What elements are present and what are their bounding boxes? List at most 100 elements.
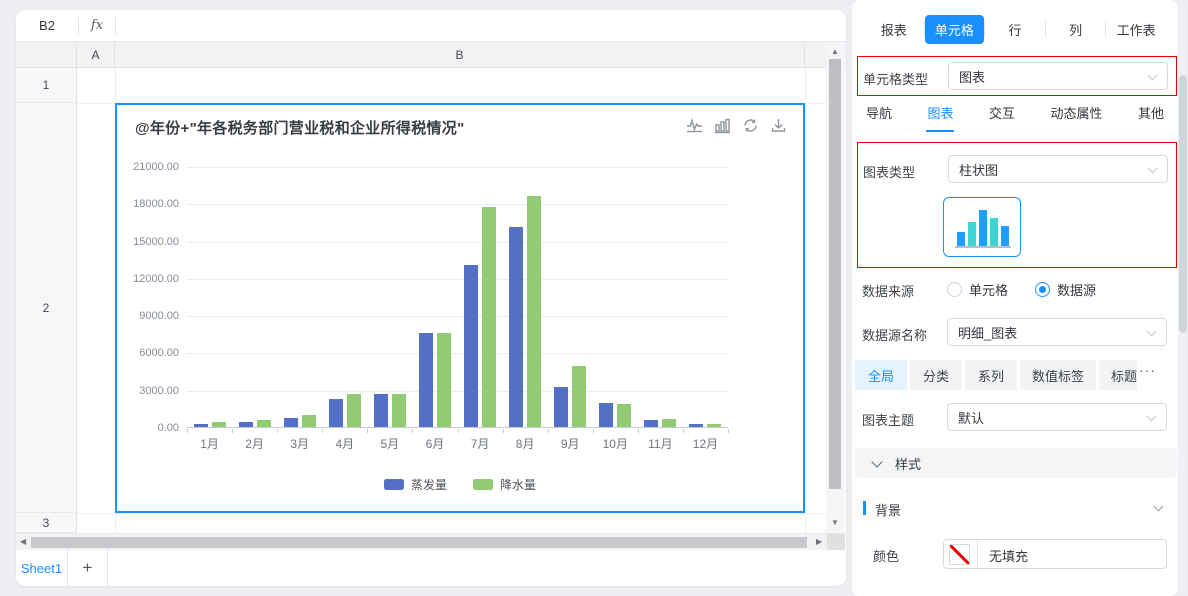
download-icon[interactable] [770,117,787,134]
bar-chart-type-thumbnail[interactable] [943,197,1021,257]
scroll-up-icon[interactable]: ▲ [831,48,839,56]
column-header-b[interactable]: B [115,42,805,67]
gridline [187,353,728,354]
tab-report[interactable]: 报表 [864,20,924,39]
y-axis-tick-label: 12000.00 [117,273,179,285]
bar-蒸发量-7月 [464,265,478,427]
x-axis-tick-label: 12月 [683,435,728,452]
radio-cell-label[interactable]: 单元格 [969,283,1008,298]
data-source-name-select[interactable]: 明细_图表 [947,318,1167,346]
cell-type-label: 单元格类型 [863,69,928,88]
x-axis-tick-label: 4月 [322,435,367,452]
bar-蒸发量-10月 [599,403,613,427]
row-header-3[interactable]: 3 [16,513,77,533]
sheet-tab-sheet1[interactable]: Sheet1 [16,550,68,586]
chart-title: @年份+"年各税务部门营业税和企业所得税情况" [135,117,465,138]
refresh-icon[interactable] [742,117,759,134]
legend-swatch [384,479,404,490]
axis-tick [728,429,729,433]
x-axis-tick-label: 6月 [412,435,457,452]
panel-scroll-thumb[interactable] [1179,75,1187,333]
tab-series[interactable]: 系列 [965,360,1017,390]
axis-tick [187,429,188,433]
bar-蒸发量-4月 [329,399,343,427]
vertical-scroll-thumb[interactable] [829,59,841,489]
cell-type-select[interactable]: 图表 [948,62,1168,90]
data-source-name-label: 数据源名称 [862,325,927,344]
radio-unselected-icon[interactable] [947,282,962,297]
selected-cell-b2-chart[interactable]: @年份+"年各税务部门营业税和企业所得税情况" 0.003000.006000.… [115,103,805,513]
tab-cell[interactable]: 单元格 [925,15,985,44]
bar-降水量-4月 [347,394,361,427]
x-axis-tick-label: 9月 [548,435,593,452]
line-chart-icon[interactable] [686,117,703,134]
more-tabs-icon[interactable]: ··· [1139,362,1156,378]
axis-tick [277,429,278,433]
background-section-row[interactable]: 背景 [852,498,1178,518]
chevron-down-icon [1148,164,1158,174]
column-header-a[interactable]: A [77,42,115,67]
row-header-2[interactable]: 2 [16,103,77,513]
legend-label: 蒸发量 [411,476,447,493]
style-section-header[interactable]: 样式 [855,448,1177,478]
thumb-bar [990,218,998,246]
radio-cell[interactable]: 单元格 [947,280,1008,299]
data-source-name-value: 明细_图表 [958,323,1017,342]
tab-chart[interactable]: 图表 [927,103,953,130]
bar-蒸发量-2月 [239,422,253,427]
scroll-right-icon[interactable]: ▶ [816,538,822,546]
x-axis-tick-label: 10月 [593,435,638,452]
cell-settings-tab-bar: 导航 图表 交互 动态属性 其他 [852,100,1178,132]
legend-item-降水量[interactable]: 降水量 [473,476,536,493]
legend-item-蒸发量[interactable]: 蒸发量 [384,476,447,493]
vertical-scrollbar[interactable]: ▲ ▼ [826,43,845,533]
tab-category[interactable]: 分类 [910,360,962,390]
bar-降水量-3月 [302,415,316,427]
y-axis-tick-label: 21000.00 [117,161,179,173]
bar-降水量-9月 [572,366,586,427]
row-header-1[interactable]: 1 [16,68,77,103]
thumb-bar [979,210,987,246]
bar-降水量-1月 [212,422,226,427]
scroll-down-icon[interactable]: ▼ [831,519,839,527]
data-source-row: 数据来源 单元格 数据源 [852,279,1178,299]
chart-plot-area [187,167,728,428]
tab-interaction[interactable]: 交互 [989,103,1015,130]
cell-reference-box[interactable]: B2 [16,18,78,33]
bar-降水量-7月 [482,207,496,427]
radio-datasource[interactable]: 数据源 [1035,280,1096,299]
select-all-corner[interactable] [16,42,77,67]
tab-value-label[interactable]: 数值标签 [1020,360,1096,390]
y-axis-tick-label: 0.00 [117,422,179,434]
horizontal-scrollbar[interactable]: ◀ ▶ [16,533,845,550]
tab-navigation[interactable]: 导航 [866,103,892,130]
chart-type-value: 柱状图 [959,160,998,179]
panel-scrollbar[interactable] [1179,2,1187,594]
formula-input[interactable] [116,10,846,41]
chevron-down-icon[interactable] [1154,502,1164,512]
chart-theme-select[interactable]: 默认 [947,403,1167,431]
horizontal-scroll-thumb[interactable] [31,537,807,548]
color-picker-control[interactable]: 无填充 [943,539,1167,569]
radio-selected-icon[interactable] [1035,282,1050,297]
tab-title-clipped[interactable]: 标题 [1099,360,1137,390]
tab-global[interactable]: 全局 [855,360,907,390]
tab-dynamic-attributes[interactable]: 动态属性 [1050,103,1102,130]
x-axis-tick-label: 7月 [458,435,503,452]
tab-worksheet[interactable]: 工作表 [1106,20,1166,39]
no-fill-swatch-icon[interactable] [949,544,970,565]
fx-icon[interactable]: fx [79,18,115,33]
tab-other[interactable]: 其他 [1138,103,1164,130]
bar-降水量-6月 [437,333,451,427]
radio-datasource-label[interactable]: 数据源 [1057,283,1096,298]
chart-type-select[interactable]: 柱状图 [948,155,1168,183]
scroll-left-icon[interactable]: ◀ [20,538,26,546]
tab-column[interactable]: 列 [1046,20,1106,39]
tab-row[interactable]: 行 [985,20,1045,39]
bar-chart-icon[interactable] [714,117,731,134]
formula-bar: B2 fx [16,10,846,42]
axis-tick [458,429,459,433]
y-axis-tick-label: 3000.00 [117,385,179,397]
add-sheet-button[interactable]: + [68,550,108,586]
bar-降水量-12月 [707,424,721,427]
